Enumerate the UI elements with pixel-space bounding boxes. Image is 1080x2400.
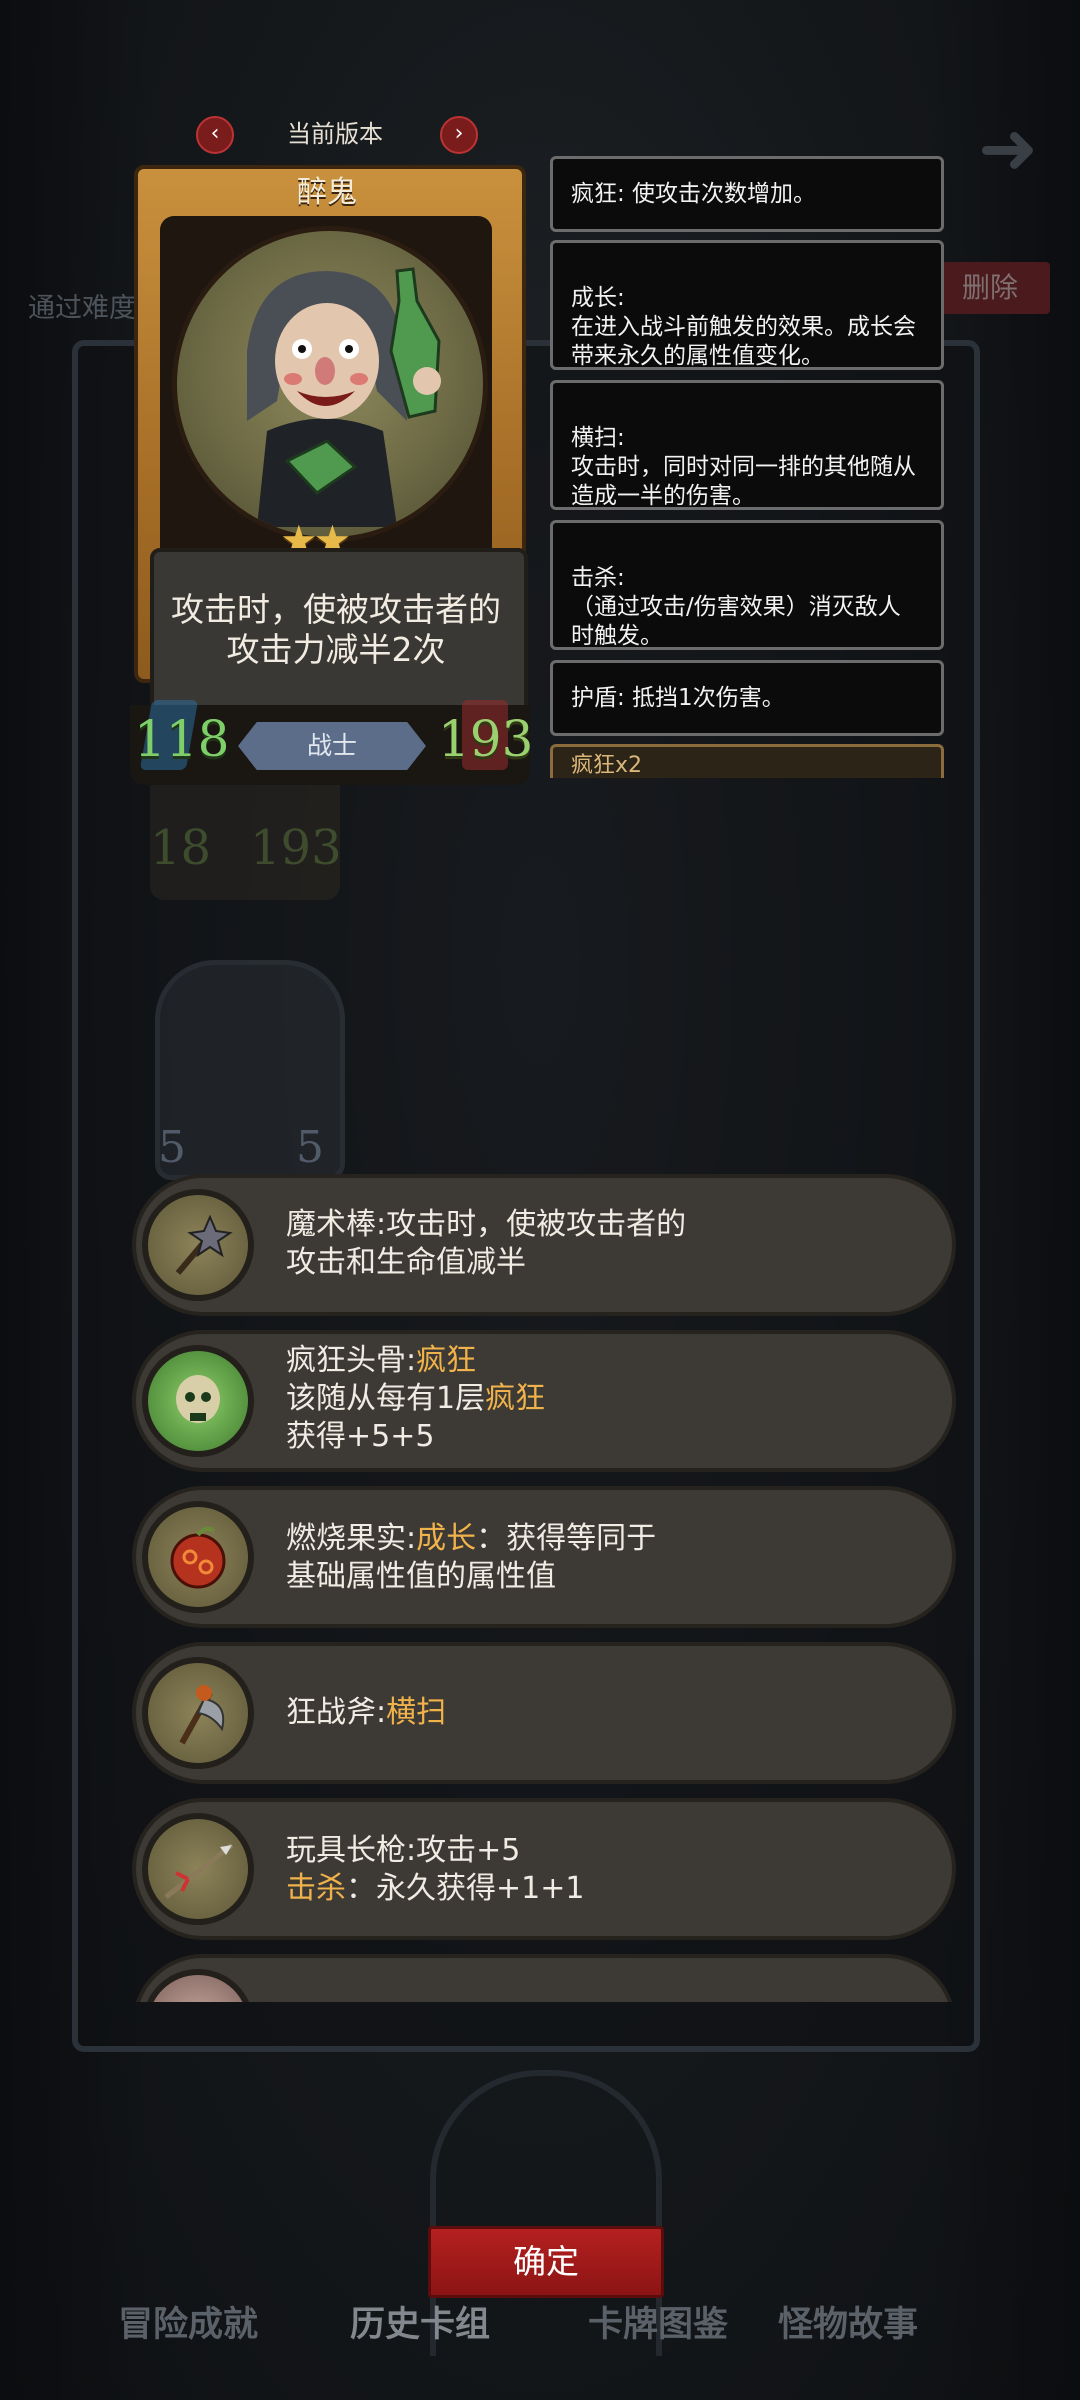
keyword-kill[interactable]: 击杀	[286, 1871, 346, 1906]
faded-card2-attack: 5	[158, 1122, 186, 1173]
equipment-row-partial[interactable]	[132, 1954, 956, 2002]
faded-card2-health: 5	[296, 1122, 324, 1173]
equipment-list[interactable]: 魔术棒:攻击时，使被攻击者的 攻击和生命值减半 疯狂头骨:疯狂 该随从每有1层疯…	[120, 1170, 960, 2002]
equipment-name: 狂战斧:	[286, 1695, 387, 1730]
equipment-line: 燃烧果实:成长：获得等同于	[286, 1520, 926, 1558]
keyword-sweep[interactable]: 横扫	[386, 1695, 446, 1730]
card-class: 战士	[238, 722, 426, 770]
equipment-desc: ：获得等同于	[476, 1521, 657, 1556]
equipment-text: 燃烧果实:成长：获得等同于 基础属性值的属性值	[286, 1520, 926, 1596]
back-arrow-icon[interactable]: ➜	[972, 112, 1044, 184]
keyword-frenzy[interactable]: 疯狂	[416, 1343, 476, 1378]
equipment-desc: ：永久获得+1+1	[346, 1871, 585, 1906]
tooltip-kill: 击杀: （通过攻击/伤害效果）消灭敌人时触发。	[550, 520, 944, 650]
equipment-line: 该随从每有1层疯狂	[286, 1380, 926, 1418]
tooltip-text: 疯狂: 使攻击次数增加。	[571, 181, 817, 207]
tab-card-gallery[interactable]: 卡牌图鉴	[588, 2296, 728, 2347]
drunkard-illustration	[247, 267, 441, 527]
equipment-text: 疯狂头骨:疯狂 该随从每有1层疯狂 获得+5+5	[286, 1342, 926, 1456]
equipment-line: 获得+5+5	[286, 1419, 435, 1454]
keyword-frenzy[interactable]: 疯狂	[485, 1381, 545, 1416]
tooltip-shield: 护盾: 抵挡1次伤害。	[550, 660, 944, 736]
card-description: 攻击时，使被攻击者的攻击力减半2次	[171, 590, 501, 669]
tooltip-growth: 成长: 在进入战斗前触发的效果。成长会带来永久的属性值变化。	[550, 240, 944, 370]
chevron-right-icon: ›	[454, 121, 464, 146]
equipment-name: 燃烧果实:	[286, 1521, 417, 1556]
faded-card-health: 193	[250, 820, 342, 876]
equipment-text: 玩具长枪:攻击+5 击杀：永久获得+1+1	[286, 1832, 926, 1908]
equipment-line: 魔术棒:攻击时，使被攻击者的	[286, 1207, 687, 1242]
tooltip-text: 疯狂x2	[571, 753, 643, 778]
equipment-name: 疯狂头骨:	[286, 1343, 417, 1378]
equipment-desc: 该随从每有1层	[286, 1381, 486, 1416]
tooltip-frenzy-stack: 疯狂x2	[550, 744, 944, 778]
toy-spear-icon	[142, 1813, 254, 1925]
equipment-line: 玩具长枪:攻击+5	[286, 1833, 521, 1868]
tab-history-decks[interactable]: 历史卡组	[350, 2296, 490, 2347]
equipment-line: 攻击和生命值减半	[286, 1245, 526, 1280]
next-version-button[interactable]: ›	[440, 116, 478, 154]
faded-card-attack: 18	[150, 820, 212, 876]
tooltip-sweep: 横扫: 攻击时，同时对同一排的其他随从造成一半的伤害。	[550, 380, 944, 510]
berserker-axe-icon	[142, 1657, 254, 1769]
prev-version-button[interactable]: ‹	[196, 116, 234, 154]
drunkard-portrait	[172, 226, 488, 542]
delete-button[interactable]: 删除	[930, 262, 1050, 314]
tab-adventure-achievements[interactable]: 冒险成就	[118, 2296, 258, 2347]
equipment-line: 基础属性值的属性值	[286, 1559, 556, 1594]
equipment-text: 狂战斧:横扫	[286, 1694, 926, 1732]
version-label: 当前版本	[287, 120, 383, 148]
tooltip-text: 击杀: （通过攻击/伤害效果）消灭敌人时触发。	[571, 565, 901, 649]
equipment-line: 疯狂头骨:疯狂	[286, 1342, 926, 1380]
card-health: 193	[438, 710, 534, 768]
chevron-left-icon: ‹	[210, 121, 220, 146]
burning-fruit-icon	[142, 1501, 254, 1613]
equipment-line: 击杀：永久获得+1+1	[286, 1870, 926, 1908]
tooltip-text: 护盾: 抵挡1次伤害。	[571, 685, 785, 711]
background-difficulty-text: 通过难度	[28, 293, 136, 324]
equipment-line: 狂战斧:横扫	[286, 1694, 926, 1732]
tooltip-frenzy: 疯狂: 使攻击次数增加。	[550, 156, 944, 232]
equipment-text: 魔术棒:攻击时，使被攻击者的 攻击和生命值减半	[286, 1206, 926, 1282]
confirm-button[interactable]: 确定	[428, 2226, 664, 2298]
magic-wand-icon	[142, 1189, 254, 1301]
card-name: 醉鬼	[297, 175, 357, 210]
tooltip-text: 横扫: 攻击时，同时对同一排的其他随从造成一半的伤害。	[571, 425, 916, 509]
keyword-growth[interactable]: 成长	[416, 1521, 476, 1556]
crazy-skull-icon	[142, 1345, 254, 1457]
tab-monster-stories[interactable]: 怪物故事	[778, 2296, 918, 2347]
card-attack: 118	[134, 710, 230, 768]
tooltip-text: 成长: 在进入战斗前触发的效果。成长会带来永久的属性值变化。	[571, 285, 916, 369]
